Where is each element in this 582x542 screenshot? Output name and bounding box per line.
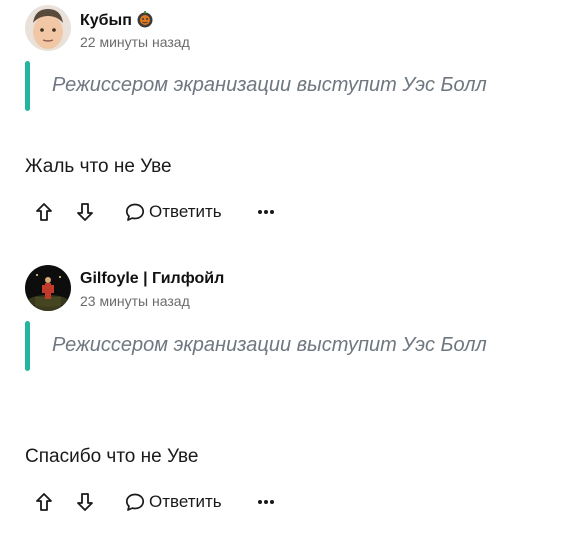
downvote-button[interactable] <box>76 197 94 227</box>
avatar-photo-dark <box>25 265 71 311</box>
arrow-up-icon <box>36 493 52 511</box>
more-options-button[interactable] <box>257 487 275 517</box>
author-name[interactable]: Gilfoyle | Гилфойл <box>80 270 224 288</box>
arrow-up-icon <box>36 203 52 221</box>
quote-text: Режиссером экранизации выступит Уэс Болл <box>52 334 487 356</box>
comment-actions: Ответить <box>25 197 325 227</box>
quote-accent-bar <box>25 61 30 111</box>
reply-label: Ответить <box>149 492 222 511</box>
upvote-button[interactable] <box>35 197 53 227</box>
comment-timestamp[interactable]: 22 минуты назад <box>80 34 190 50</box>
author-avatar[interactable] <box>25 265 71 311</box>
comment-timestamp[interactable]: 23 минуты назад <box>80 293 190 309</box>
more-dots-icon <box>258 210 274 214</box>
author-avatar[interactable] <box>25 5 71 51</box>
arrow-down-icon <box>77 203 93 221</box>
downvote-button[interactable] <box>76 487 94 517</box>
more-options-button[interactable] <box>257 197 275 227</box>
more-dots-icon <box>258 500 274 504</box>
reply-button[interactable]: Ответить <box>125 197 222 227</box>
reply-label: Ответить <box>149 202 222 221</box>
quote-text: Режиссером экранизации выступит Уэс Болл <box>52 74 487 96</box>
speech-bubble-icon <box>125 203 145 221</box>
author-name[interactable]: Кубып <box>80 10 154 30</box>
speech-bubble-icon <box>125 493 145 511</box>
quote-block[interactable]: Режиссером экранизации выступит Уэс Болл <box>25 61 545 111</box>
reply-button[interactable]: Ответить <box>125 487 222 517</box>
quote-block[interactable]: Режиссером экранизации выступит Уэс Болл <box>25 321 545 371</box>
arrow-down-icon <box>77 493 93 511</box>
avatar-cartoon-face <box>25 5 71 51</box>
upvote-button[interactable] <box>35 487 53 517</box>
pumpkin-badge-icon <box>136 10 154 28</box>
comment-actions: Ответить <box>25 487 325 517</box>
comment-text: Спасибо что не Уве <box>25 446 199 467</box>
quote-accent-bar <box>25 321 30 371</box>
comment-text: Жаль что не Уве <box>25 156 172 177</box>
